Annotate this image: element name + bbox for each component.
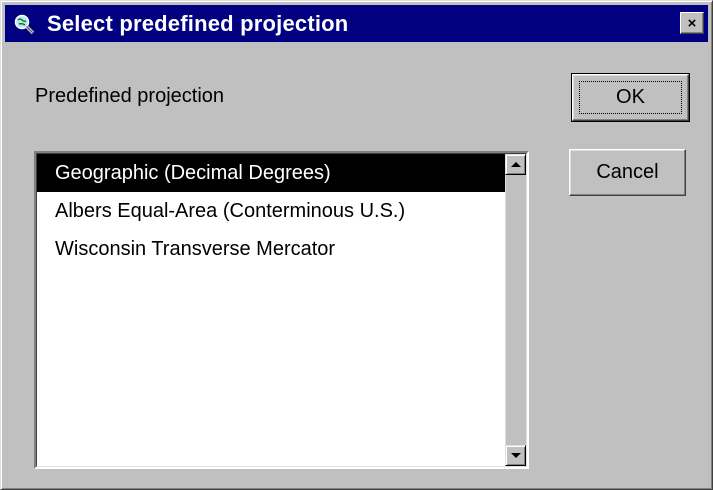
vertical-scrollbar[interactable]: [505, 154, 526, 466]
arrow-down-icon: [511, 453, 521, 458]
title-bar[interactable]: Select predefined projection ×: [5, 5, 708, 42]
scroll-up-button[interactable]: [505, 154, 526, 175]
list-item[interactable]: Geographic (Decimal Degrees): [37, 154, 506, 192]
scroll-track[interactable]: [505, 175, 526, 445]
projection-listbox[interactable]: Geographic (Decimal Degrees) Albers Equal…: [34, 151, 529, 469]
list-item[interactable]: Wisconsin Transverse Mercator: [37, 230, 506, 268]
ok-button[interactable]: OK: [571, 73, 690, 122]
list-item[interactable]: Albers Equal-Area (Conterminous U.S.): [37, 192, 506, 230]
arrow-up-icon: [511, 162, 521, 167]
cancel-button[interactable]: Cancel: [569, 149, 686, 196]
dialog-window: Select predefined projection × Predefine…: [0, 0, 713, 490]
cancel-button-label: Cancel: [596, 161, 659, 183]
ok-button-label: OK: [616, 86, 645, 108]
projection-list[interactable]: Geographic (Decimal Degrees) Albers Equal…: [37, 154, 506, 466]
window-title: Select predefined projection: [47, 11, 349, 36]
close-button[interactable]: ×: [680, 12, 704, 34]
scroll-down-button[interactable]: [505, 445, 526, 466]
predefined-projection-label: Predefined projection: [35, 85, 225, 107]
close-icon: ×: [687, 14, 697, 32]
globe-magnifier-icon: [14, 14, 35, 35]
